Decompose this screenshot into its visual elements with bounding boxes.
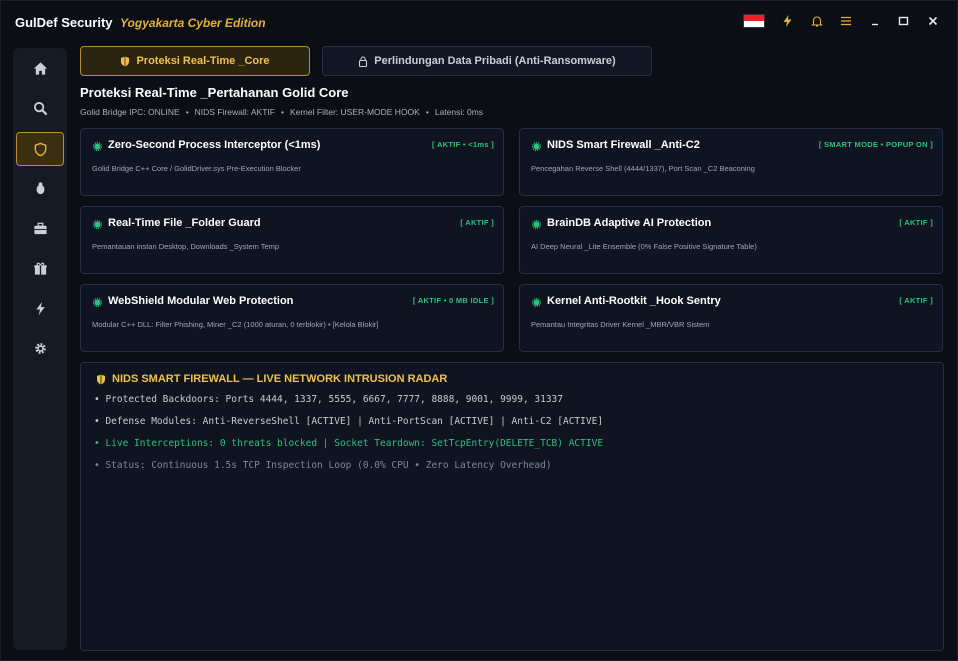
- card-description: Modular C++ DLL: Filter Phishing, Miner …: [92, 320, 379, 329]
- radar-line-interceptions: • Live Interceptions: 0 threats blocked …: [94, 438, 604, 449]
- status-badge: [ SMART MODE • POPUP ON ]: [818, 140, 933, 149]
- sidebar: [13, 48, 67, 650]
- status-line: Golid Bridge IPC: ONLINE • NIDS Firewall: …: [80, 107, 484, 117]
- card-title: Real-Time File _Folder Guard: [108, 217, 261, 229]
- card-kernel-anti-rootkit[interactable]: Kernel Anti-Rootkit _Hook Sentry [ AKTIF…: [519, 284, 943, 352]
- radar-line-modules: • Defense Modules: Anti-ReverseShell [AC…: [94, 416, 604, 427]
- shield-icon: [121, 56, 130, 66]
- home-icon[interactable]: [16, 52, 64, 84]
- bug-icon[interactable]: [16, 172, 64, 204]
- indonesia-flag-icon[interactable]: [743, 14, 765, 28]
- gear-icon: [532, 220, 541, 229]
- status-firewall: NIDS Firewall: AKTIF: [194, 107, 275, 117]
- card-description: Pemantau Integritas Driver Kernel _MBR/V…: [531, 320, 710, 329]
- window-controls: [743, 11, 947, 31]
- gear-icon: [93, 142, 102, 151]
- shield-icon[interactable]: [16, 132, 64, 166]
- card-title: Kernel Anti-Rootkit _Hook Sentry: [547, 295, 721, 307]
- tab-perlindungan-data[interactable]: Perlindungan Data Pribadi (Anti-Ransomwa…: [322, 46, 652, 76]
- status-badge: [ AKTIF ]: [899, 218, 933, 227]
- status-latency: Latensi: 0ms: [434, 107, 484, 117]
- close-icon[interactable]: [918, 11, 947, 31]
- radar-title: NIDS SMART FIREWALL — LIVE NETWORK INTRU…: [96, 373, 447, 385]
- title-bar: GulDef Security Yogyakarta Cyber Edition: [1, 1, 957, 41]
- card-webshield[interactable]: WebShield Modular Web Protection [ AKTIF…: [80, 284, 504, 352]
- menu-icon[interactable]: [831, 11, 860, 31]
- status-ipc: Golid Bridge IPC: ONLINE: [80, 107, 180, 117]
- card-description: AI Deep Neural _Lite Ensemble (0% False …: [531, 242, 757, 251]
- radar-line-backdoors: • Protected Backdoors: Ports 4444, 1337,…: [94, 394, 563, 405]
- card-braindb-ai[interactable]: BrainDB Adaptive AI Protection [ AKTIF ]…: [519, 206, 943, 274]
- card-folder-guard[interactable]: Real-Time File _Folder Guard [ AKTIF ] P…: [80, 206, 504, 274]
- status-badge: [ AKTIF ]: [899, 296, 933, 305]
- radar-line-status: • Status: Continuous 1.5s TCP Inspection…: [94, 460, 552, 471]
- status-badge: [ AKTIF • 0 MB IDLE ]: [412, 296, 494, 305]
- status-kernel: Kernel Filter: USER-MODE HOOK: [289, 107, 420, 117]
- gear-icon: [93, 298, 102, 307]
- gear-icon: [93, 220, 102, 229]
- tab-proteksi-real-time[interactable]: Proteksi Real-Time _Core: [80, 46, 310, 76]
- gear-icon[interactable]: [16, 332, 64, 364]
- card-title: BrainDB Adaptive AI Protection: [547, 217, 712, 229]
- lock-icon: [359, 55, 368, 67]
- status-badge: [ AKTIF ]: [460, 218, 494, 227]
- page-title: Proteksi Real-Time _Pertahanan Golid Cor…: [80, 85, 349, 100]
- bolt-icon[interactable]: [773, 11, 802, 31]
- gift-icon[interactable]: [16, 252, 64, 284]
- status-badge: [ AKTIF • <1ms ]: [432, 140, 494, 149]
- app-title: GulDef Security: [15, 15, 113, 30]
- tab-label: Perlindungan Data Pribadi (Anti-Ransomwa…: [374, 55, 616, 67]
- card-nids-firewall[interactable]: NIDS Smart Firewall _Anti-C2 [ SMART MOD…: [519, 128, 943, 196]
- search-icon[interactable]: [16, 92, 64, 124]
- tab-label: Proteksi Real-Time _Core: [136, 55, 270, 67]
- bolt-icon[interactable]: [16, 292, 64, 324]
- card-process-interceptor[interactable]: Zero-Second Process Interceptor (<1ms) […: [80, 128, 504, 196]
- card-title: Zero-Second Process Interceptor (<1ms): [108, 139, 321, 151]
- card-title: NIDS Smart Firewall _Anti-C2: [547, 139, 700, 151]
- card-title: WebShield Modular Web Protection: [108, 295, 294, 307]
- shield-icon: [97, 374, 105, 384]
- app-subtitle: Yogyakarta Cyber Edition: [120, 16, 266, 30]
- gear-icon: [532, 298, 541, 307]
- card-description: Golid Bridge C++ Core / GolidDriver.sys …: [92, 164, 301, 173]
- briefcase-icon[interactable]: [16, 212, 64, 244]
- network-radar-panel: NIDS SMART FIREWALL — LIVE NETWORK INTRU…: [80, 362, 944, 651]
- app-window: GulDef Security Yogyakarta Cyber Edition: [0, 0, 958, 661]
- card-description: Pemantauan instan Desktop, Downloads _Sy…: [92, 242, 280, 251]
- minimize-icon[interactable]: [860, 11, 889, 31]
- gear-icon: [532, 142, 541, 151]
- radar-title-text: NIDS SMART FIREWALL — LIVE NETWORK INTRU…: [112, 373, 448, 385]
- bell-icon[interactable]: [802, 11, 831, 31]
- card-description: Pencegahan Reverse Shell (4444/1337), Po…: [531, 164, 755, 173]
- maximize-icon[interactable]: [889, 11, 918, 31]
